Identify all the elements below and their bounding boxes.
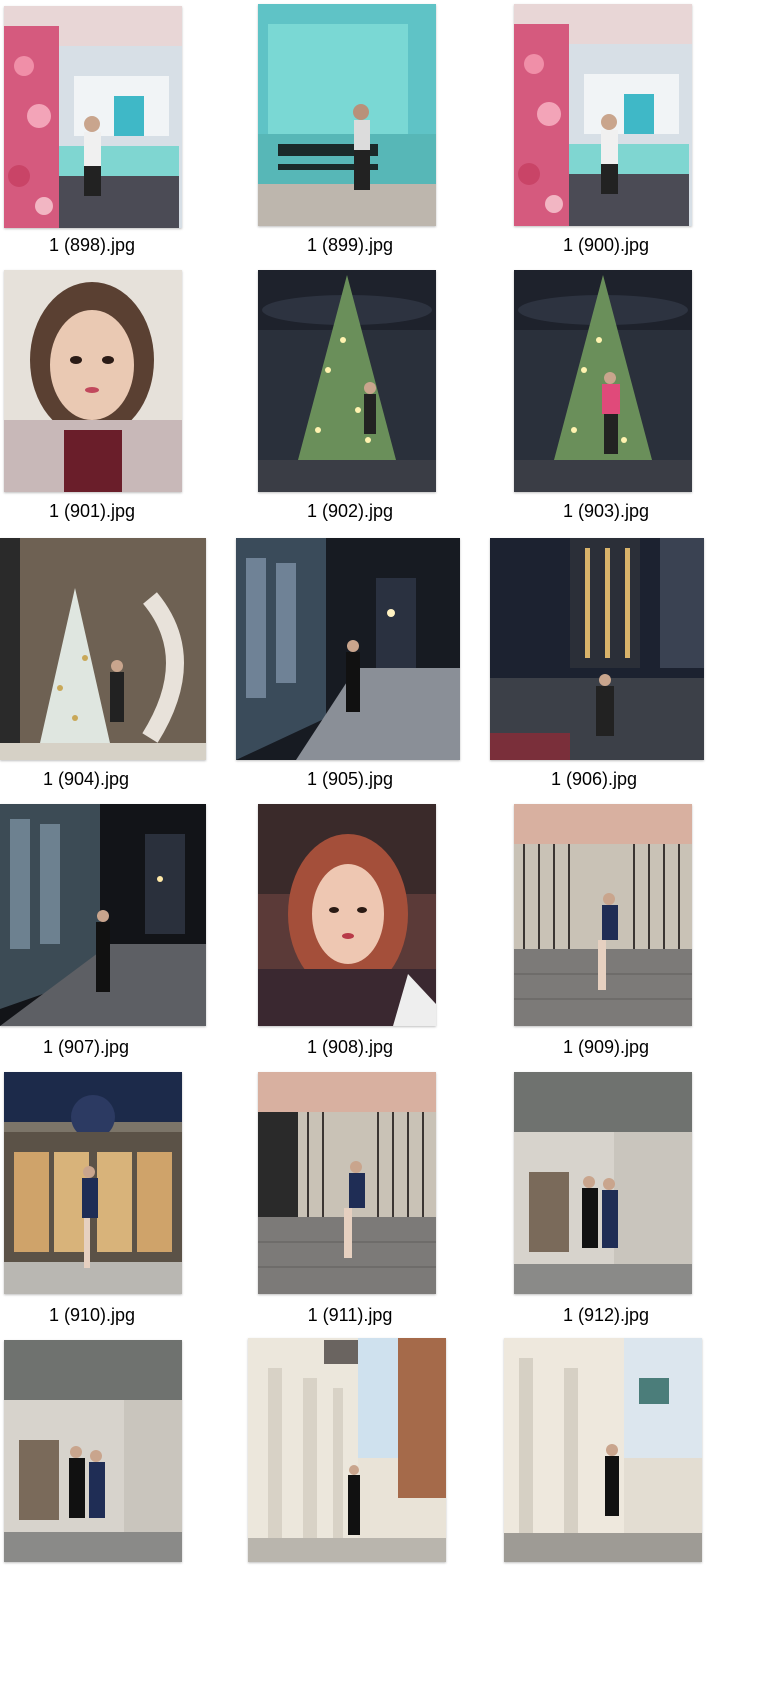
herno-street-photo [248,1338,446,1562]
tiffany-rose-booth-photo [4,6,182,228]
file-name: 1 (899).jpg [306,235,394,255]
file-name: 1 (905).jpg [306,769,394,789]
file-name: 1 (909).jpg [562,1037,650,1057]
christmas-tree-lobby-photo [514,270,692,492]
file-grid: 1 (898).jpg 1 (899).jpg 1 (900).jpg 1 (9… [0,0,766,1703]
file-name: 1 (911).jpg [307,1305,393,1325]
tiffany-blue-bench-photo [258,4,436,226]
image-thumbnail [514,270,692,492]
file-item[interactable] [0,1334,200,1574]
image-thumbnail [258,270,436,492]
file-item[interactable]: 1 (909).jpg [506,798,706,1068]
tiffany-rose-booth-photo [514,4,692,226]
file-name: 1 (912).jpg [562,1305,650,1325]
selfie-tweed-jacket-photo [4,270,182,492]
file-name: 1 (900).jpg [562,235,650,255]
image-thumbnail [490,538,704,760]
image-thumbnail [504,1338,702,1562]
file-item[interactable]: 1 (900).jpg [506,0,706,270]
night-street-photo [236,538,460,760]
file-item[interactable]: 1 (910).jpg [0,1066,200,1336]
file-item[interactable]: 1 (907).jpg [0,798,230,1068]
image-thumbnail [258,804,436,1026]
file-item[interactable]: 1 (901).jpg [0,262,200,532]
file-item[interactable]: 1 (898).jpg [0,0,200,270]
file-item[interactable]: 1 (904).jpg [0,530,230,800]
file-name: 1 (910).jpg [48,1305,136,1325]
image-thumbnail [4,1072,182,1294]
file-item[interactable] [496,1334,716,1574]
file-item[interactable] [240,1334,460,1574]
image-thumbnail [0,538,206,760]
image-thumbnail [258,4,436,226]
iron-gate-steps-photo [258,1072,436,1294]
night-street-photo [0,804,206,1026]
christmas-tree-lobby-photo [258,270,436,492]
file-item[interactable]: 1 (906).jpg [486,530,726,800]
file-name: 1 (903).jpg [562,501,650,521]
image-thumbnail [0,804,206,1026]
image-thumbnail [236,538,460,760]
file-name: 1 (898).jpg [48,235,136,255]
iron-gate-steps-photo [514,804,692,1026]
image-thumbnail [258,1072,436,1294]
file-name: 1 (908).jpg [306,1037,394,1057]
image-thumbnail [4,1340,182,1562]
file-name: 1 (904).jpg [42,769,130,789]
christmas-tree-staircase-photo [0,538,206,760]
street-storefront-photo [504,1338,702,1562]
image-thumbnail [514,1072,692,1294]
image-thumbnail [514,804,692,1026]
file-name: 1 (902).jpg [306,501,394,521]
image-thumbnail [4,270,182,492]
file-name: 1 (907).jpg [42,1037,130,1057]
file-item[interactable]: 1 (908).jpg [250,798,450,1068]
building-corner-photo [514,1072,692,1294]
file-item[interactable]: 1 (899).jpg [250,0,450,270]
building-corner-photo [4,1340,182,1562]
image-thumbnail [514,4,692,226]
file-name: 1 (906).jpg [550,769,638,789]
file-item[interactable]: 1 (903).jpg [506,262,706,532]
file-name: 1 (901).jpg [48,501,136,521]
night-street-photo [490,538,704,760]
file-item[interactable]: 1 (902).jpg [250,262,450,532]
image-thumbnail [4,6,182,228]
file-item[interactable]: 1 (905).jpg [230,530,470,800]
building-entrance-photo [4,1072,182,1294]
file-item[interactable]: 1 (912).jpg [506,1066,706,1336]
file-item[interactable]: 1 (911).jpg [250,1066,450,1336]
car-selfie-photo [258,804,436,1026]
image-thumbnail [248,1338,446,1562]
